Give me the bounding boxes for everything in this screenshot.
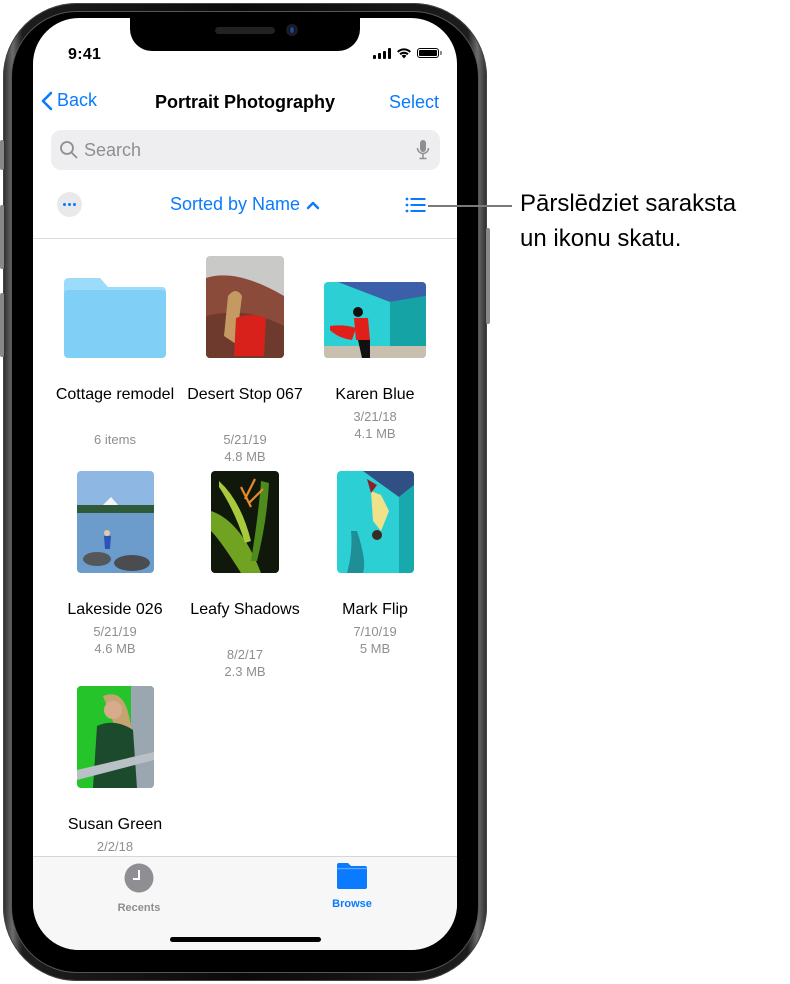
file-size: 4.8 MB: [224, 449, 266, 464]
side-button: [486, 228, 490, 324]
file-name: Cottage remodel: [55, 386, 175, 403]
file-name: Mark Flip: [342, 601, 408, 618]
file-item-lakeside-026[interactable]: Lakeside 026 5/21/19 4.6 MB: [50, 465, 180, 665]
status-icons: [373, 47, 442, 59]
tab-browse[interactable]: Browse: [297, 863, 407, 910]
volume-down-button: [0, 293, 4, 357]
tab-label: Recents: [117, 902, 161, 914]
chevron-up-icon: [306, 202, 320, 210]
file-date: 5/21/19: [223, 432, 267, 447]
file-size: 4.6 MB: [94, 641, 136, 656]
front-camera: [286, 24, 298, 36]
header-divider: [33, 238, 457, 239]
file-item-susan-green[interactable]: Susan Green 2/2/18 4.4 MB: [50, 680, 180, 880]
file-date: 8/2/17: [226, 647, 264, 662]
photo-thumbnail-lakeside: [77, 471, 154, 573]
file-date: 3/21/18: [353, 409, 397, 424]
microphone-icon[interactable]: [416, 139, 430, 161]
status-time: 9:41: [68, 46, 102, 63]
tab-bar: Recents Browse: [33, 856, 457, 950]
file-item-mark-flip[interactable]: Mark Flip 7/10/19 5 MB: [310, 465, 440, 665]
file-name: Leafy Shadows: [190, 601, 300, 618]
notch: [130, 18, 360, 51]
speaker: [215, 27, 275, 34]
photo-thumbnail-leafy: [211, 471, 279, 573]
file-item-count: 6 items: [94, 432, 136, 447]
file-size: 2.3 MB: [224, 664, 266, 679]
photo-thumbnail-susan-green: [77, 686, 154, 788]
search-input[interactable]: [84, 138, 384, 162]
callout-line-1: Pārslēdziet saraksta: [520, 190, 737, 217]
file-date: 7/10/19: [353, 624, 397, 639]
clock-icon: [124, 863, 154, 893]
file-item-cottage-remodel[interactable]: Cottage remodel 6 items: [50, 250, 180, 450]
file-item-karen-blue[interactable]: Karen Blue 3/21/18 4.1 MB: [310, 250, 440, 450]
mute-switch: [0, 140, 4, 170]
sort-row: Sorted by Name: [33, 190, 457, 220]
sort-button[interactable]: Sorted by Name: [33, 194, 457, 215]
file-item-desert-stop-067[interactable]: Desert Stop 067 5/21/19 4.8 MB: [180, 250, 310, 470]
sort-label: Sorted by Name: [169, 194, 301, 214]
photo-thumbnail-karen: [324, 282, 426, 358]
cellular-signal-icon: [373, 47, 391, 59]
file-name: Susan Green: [67, 816, 163, 833]
file-date: 2/2/18: [96, 839, 134, 854]
callout-line-2: un ikonu skatu.: [520, 225, 682, 252]
home-indicator[interactable]: [170, 937, 321, 942]
search-bar[interactable]: [51, 130, 440, 170]
volume-up-button: [0, 205, 4, 269]
file-name: Karen Blue: [335, 386, 415, 403]
folder-icon: [337, 863, 367, 889]
navigation-bar: Back Portrait Photography Select: [33, 90, 457, 120]
list-view-icon[interactable]: [405, 197, 427, 213]
callout-text: Pārslēdziet saraksta un ikonu skatu.: [520, 186, 736, 256]
file-name: Desert Stop 067: [187, 386, 303, 403]
callout-line: [428, 205, 512, 207]
search-icon: [60, 141, 78, 159]
tab-recents[interactable]: Recents: [84, 863, 194, 914]
photo-thumbnail-mark-flip: [337, 471, 414, 573]
file-name: Lakeside 026: [67, 601, 163, 618]
tab-label: Browse: [332, 898, 372, 910]
wifi-icon: [397, 48, 411, 59]
select-button[interactable]: Select: [389, 92, 439, 113]
photo-thumbnail-desert: [206, 256, 284, 358]
file-date: 5/21/19: [93, 624, 137, 639]
file-size: 4.1 MB: [354, 426, 396, 441]
folder-icon: [64, 278, 166, 358]
screen: 9:41 Back Portrait Photography Select So…: [33, 18, 457, 950]
file-item-leafy-shadows[interactable]: Leafy Shadows 8/2/17 2.3 MB: [180, 465, 310, 685]
battery-icon: [417, 48, 442, 58]
file-size: 5 MB: [359, 641, 391, 656]
